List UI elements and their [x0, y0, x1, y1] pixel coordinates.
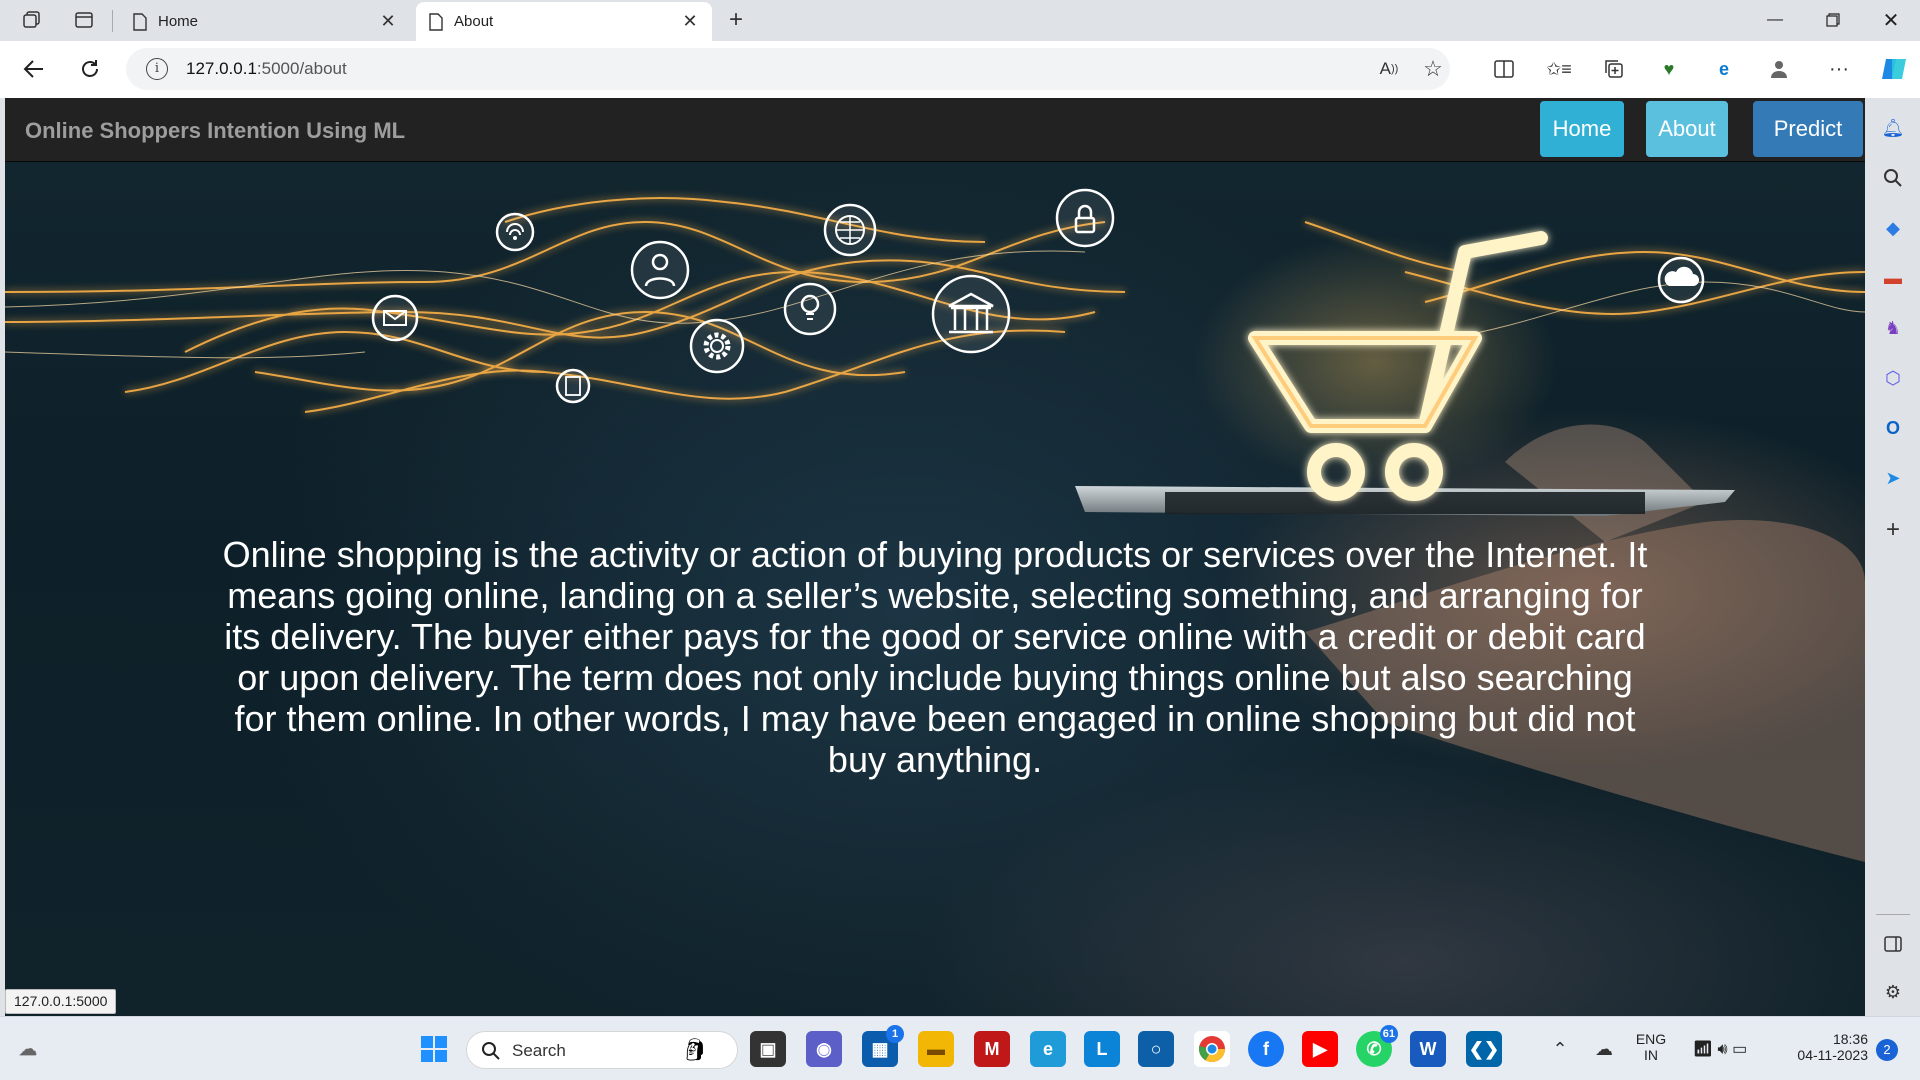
edge-sidebar: 🔔︎ ◆ ▬ ♞ ⬡ O ➤ + ⚙	[1866, 98, 1920, 1016]
browser-essentials-icon[interactable]: ♥	[1653, 53, 1685, 85]
tab-separator	[112, 10, 113, 32]
chrome-icon[interactable]	[1194, 1031, 1230, 1067]
page-icon	[133, 12, 147, 31]
read-aloud-icon[interactable]: A))	[1376, 57, 1402, 81]
notification-count-badge[interactable]: 2	[1876, 1039, 1898, 1061]
document-icon	[555, 368, 591, 404]
edge-bar-icon[interactable]: e	[1708, 53, 1740, 85]
shopping-tag-icon[interactable]: ◆	[1879, 214, 1907, 242]
page-icon	[429, 12, 443, 31]
clock-time: 18:36	[1832, 1031, 1868, 1047]
clock-date: 04-11-2023	[1797, 1047, 1868, 1063]
link-status-bar: 127.0.0.1:5000	[5, 989, 117, 1014]
tab-home[interactable]: Home ✕	[120, 2, 410, 41]
language-indicator[interactable]: ENG IN	[1628, 1031, 1674, 1063]
split-screen-icon[interactable]	[1488, 53, 1520, 85]
shopping-cart-icon	[1248, 231, 1548, 501]
more-options-icon[interactable]: ···	[1823, 53, 1855, 85]
url-text[interactable]: 127.0.0.1:5000/about	[186, 59, 347, 79]
search-placeholder: Search	[512, 1041, 566, 1060]
gear-icon	[689, 318, 745, 374]
url-path: :5000/about	[256, 59, 347, 78]
refresh-button[interactable]	[74, 53, 106, 85]
file-explorer-icon[interactable]: ▬	[918, 1031, 954, 1067]
copilot-icon[interactable]	[1878, 53, 1910, 85]
network-icons	[371, 188, 1705, 404]
bulb-icon	[783, 282, 837, 336]
add-sidebar-item-icon[interactable]: +	[1879, 516, 1907, 544]
taskbar-search-input[interactable]: Search 🗿︎	[466, 1031, 738, 1069]
edge-browser-icon[interactable]: e	[1030, 1031, 1066, 1067]
restore-button[interactable]	[1806, 4, 1860, 36]
search-highlight-icon: 🗿︎	[681, 1037, 709, 1062]
facebook-icon[interactable]: f	[1248, 1031, 1284, 1067]
network-volume-battery-icons[interactable]: 📶︎ 🔊︎ ▭	[1680, 1031, 1760, 1067]
nav-predict-button[interactable]: Predict	[1753, 101, 1863, 157]
close-icon[interactable]: ✕	[680, 11, 700, 32]
address-bar[interactable]: i 127.0.0.1:5000/about A)) ☆	[126, 48, 1450, 90]
weather-widget-icon[interactable]: ☁	[10, 1031, 46, 1067]
windows-taskbar: ☁ Search 🗿︎ ▣ ◉ ▦ 1 ▬ M e L ○ f ▶ ✆ 61 W ❮…	[0, 1016, 1920, 1080]
whatsapp-icon[interactable]: ✆ 61	[1356, 1025, 1398, 1067]
back-button[interactable]	[18, 53, 50, 85]
workspaces-icon[interactable]	[16, 6, 48, 34]
show-hidden-icons-icon[interactable]: ⌃	[1542, 1031, 1578, 1067]
sidebar-divider	[1876, 914, 1910, 915]
youtube-icon[interactable]: ▶	[1302, 1031, 1338, 1067]
store-badge: 1	[886, 1025, 904, 1043]
site-info-icon[interactable]: i	[146, 58, 168, 80]
profile-icon[interactable]	[1763, 53, 1795, 85]
microsoft-store-icon[interactable]: ▦ 1	[862, 1025, 904, 1067]
browser-toolbar: i 127.0.0.1:5000/about A)) ☆ ✩≡ ♥ e ···	[0, 41, 1920, 98]
search-icon	[482, 1042, 500, 1060]
teams-chat-icon[interactable]: ◉	[806, 1031, 842, 1067]
l-app-icon[interactable]: L	[1084, 1031, 1120, 1067]
region-code: IN	[1644, 1047, 1658, 1063]
onedrive-icon[interactable]: ☁	[1586, 1031, 1622, 1067]
clock[interactable]: 18:36 04-11-2023	[1778, 1031, 1868, 1063]
task-view-icon[interactable]: ▣	[750, 1031, 786, 1067]
tab-about[interactable]: About ✕	[416, 2, 712, 41]
mcafee-icon[interactable]: M	[974, 1031, 1010, 1067]
about-description: Online shopping is the activity or actio…	[222, 534, 1648, 780]
refresh-icon	[82, 60, 98, 77]
cortana-icon[interactable]: ○	[1138, 1031, 1174, 1067]
hide-sidebar-icon[interactable]	[1879, 930, 1907, 958]
favorite-star-icon[interactable]: ☆	[1420, 56, 1446, 81]
settings-gear-icon[interactable]: ⚙	[1879, 978, 1907, 1006]
windows-start-icon[interactable]	[416, 1031, 452, 1067]
outlook-icon[interactable]: O	[1879, 414, 1907, 442]
whatsapp-badge: 61	[1379, 1025, 1398, 1043]
close-window-button[interactable]: ✕	[1864, 4, 1918, 36]
word-icon[interactable]: W	[1410, 1031, 1446, 1067]
url-host: 127.0.0.1	[186, 59, 257, 78]
minimize-button[interactable]: —	[1748, 4, 1802, 36]
favorites-icon[interactable]: ✩≡	[1543, 53, 1575, 85]
page-viewport: Online Shoppers Intention Using ML Home …	[5, 98, 1865, 1016]
nav-home-button[interactable]: Home	[1540, 101, 1624, 157]
language-code: ENG	[1635, 1031, 1667, 1047]
wifi-icon	[495, 212, 535, 252]
tab-actions-icon[interactable]	[68, 6, 100, 34]
vscode-icon[interactable]: ❮❯	[1466, 1031, 1502, 1067]
site-brand[interactable]: Online Shoppers Intention Using ML	[25, 118, 405, 144]
send-icon[interactable]: ➤	[1879, 464, 1907, 492]
microsoft-365-icon[interactable]: ⬡	[1879, 364, 1907, 392]
new-tab-button[interactable]: +	[720, 6, 752, 34]
close-icon[interactable]: ✕	[378, 11, 398, 32]
games-icon[interactable]: ♞	[1879, 314, 1907, 342]
hero-background-image: Online shopping is the activity or actio…	[5, 162, 1865, 1016]
collections-icon[interactable]	[1598, 53, 1630, 85]
browser-tab-bar: Home ✕ About ✕ + — ✕	[0, 0, 1920, 41]
tools-icon[interactable]: ▬	[1879, 264, 1907, 292]
arrow-left-icon	[23, 60, 43, 78]
notification-bell-icon[interactable]: 🔔︎	[1879, 114, 1907, 142]
search-icon[interactable]	[1879, 164, 1907, 192]
tab-home-title: Home	[158, 13, 199, 30]
site-navbar: Online Shoppers Intention Using ML Home …	[5, 98, 1865, 162]
tab-about-title: About	[454, 13, 494, 30]
nav-about-button[interactable]: About	[1646, 101, 1728, 157]
bank-icon	[931, 274, 1011, 354]
